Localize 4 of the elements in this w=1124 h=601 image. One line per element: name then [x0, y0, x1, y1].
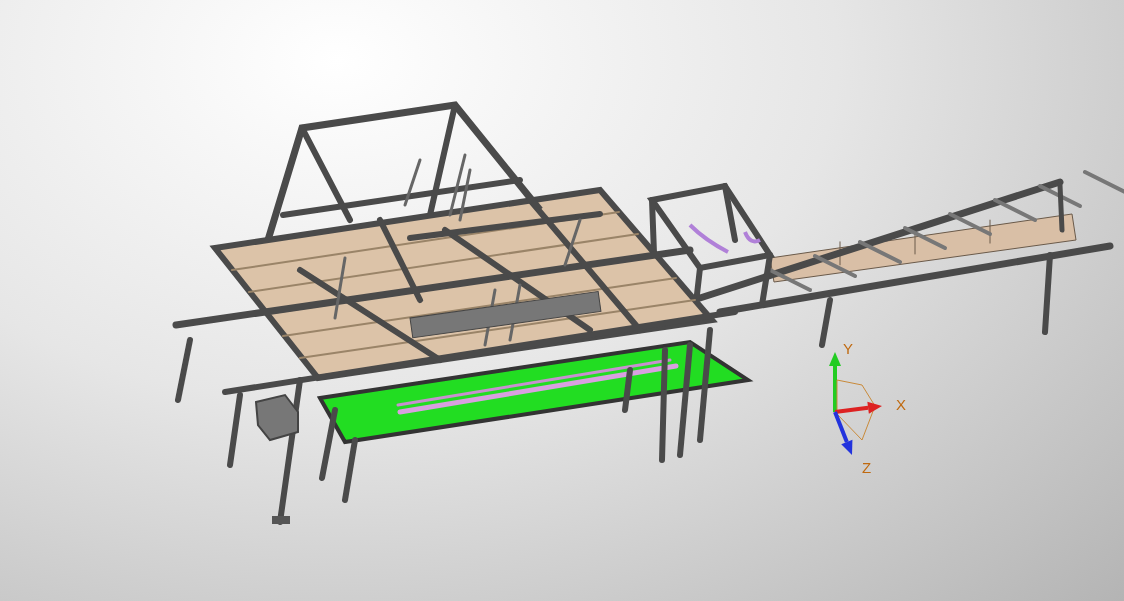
axis-label: Z	[862, 459, 872, 476]
axis-label: Y	[843, 340, 853, 357]
motor-box	[254, 393, 299, 442]
axis-label: X	[896, 396, 906, 413]
